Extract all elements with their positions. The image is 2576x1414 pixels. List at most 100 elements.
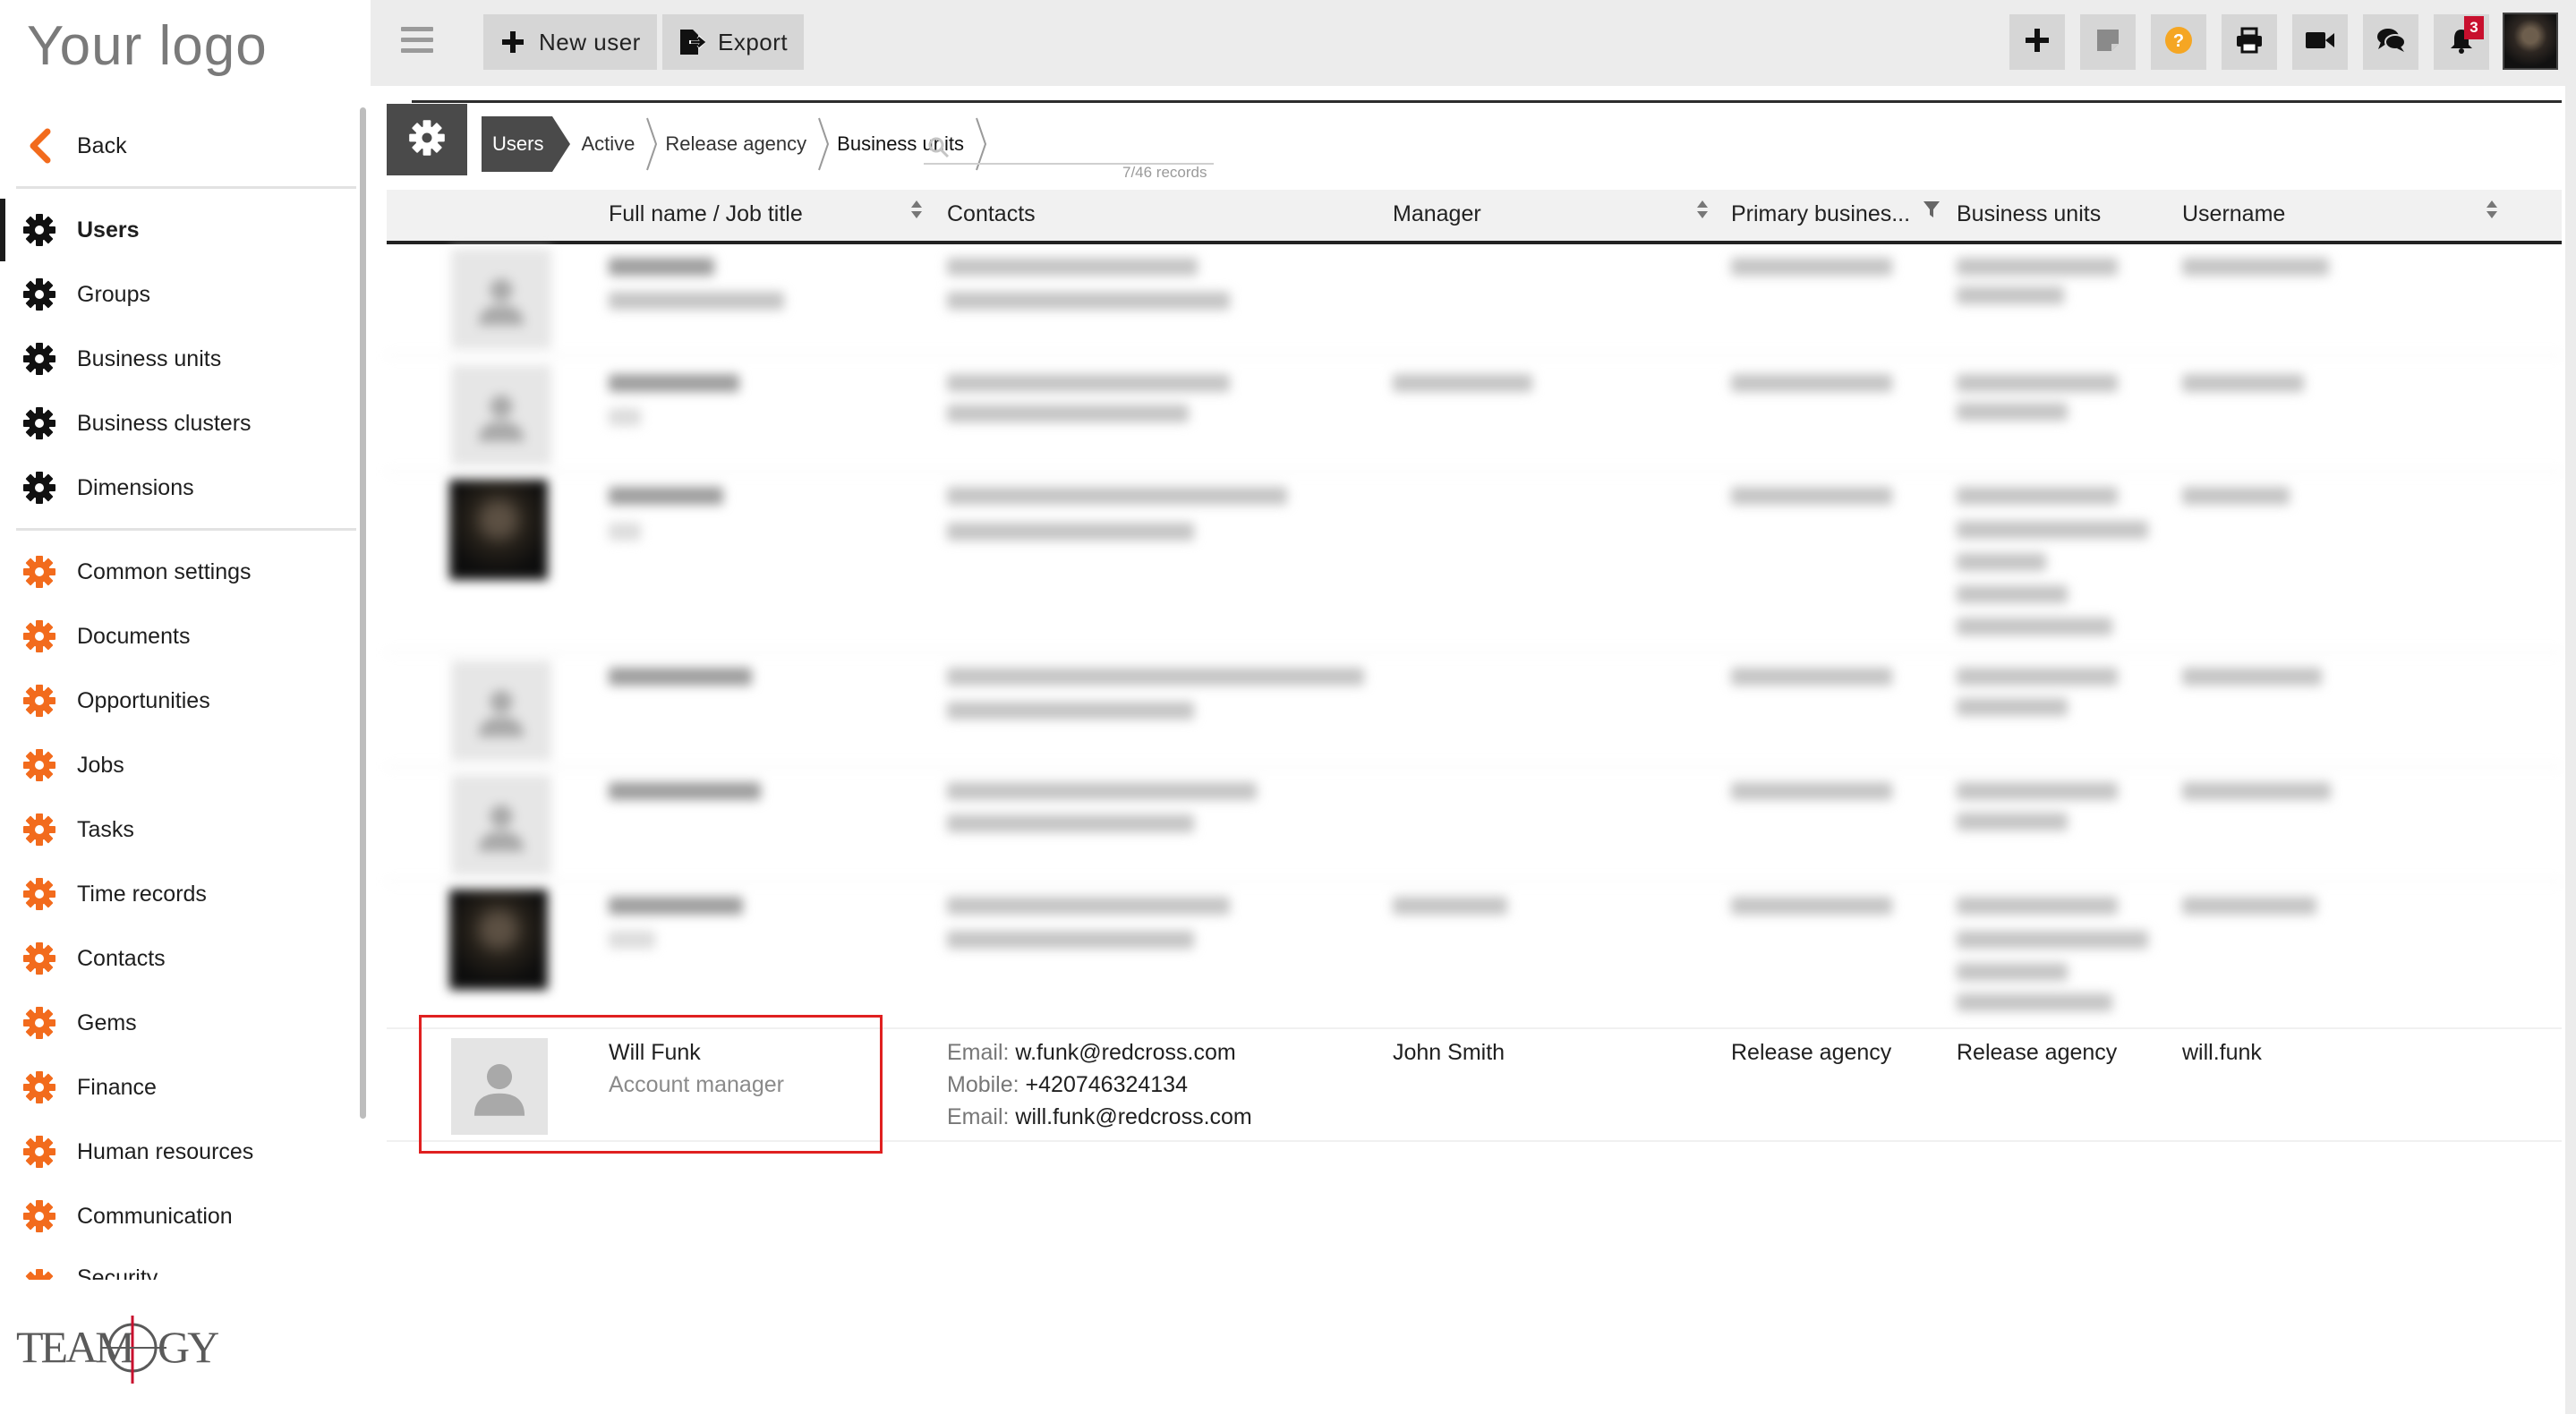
panel-divider [412, 100, 2562, 103]
new-user-button[interactable]: New user [483, 14, 657, 70]
sidebar-item-label: Security [77, 1265, 158, 1280]
search-icon [927, 136, 951, 164]
menu-toggle-button[interactable] [401, 27, 433, 54]
user-primary-business-unit: Release agency [1731, 1040, 1892, 1065]
breadcrumb-item-users[interactable]: Users [482, 116, 572, 172]
sidebar-item-label: Opportunities [77, 687, 210, 713]
gear-icon [20, 552, 59, 592]
breadcrumb-item-release-agency[interactable]: Release agency [654, 116, 830, 172]
gear-icon [20, 1068, 59, 1107]
gear-icon [20, 745, 59, 785]
contact-key: Email: [947, 1104, 1010, 1129]
column-header-contacts[interactable]: Contacts [947, 201, 1036, 227]
filter-icon[interactable] [1923, 200, 1941, 218]
notification-badge: 3 [2464, 16, 2484, 39]
sidebar-item-label: Dimensions [77, 474, 194, 500]
gear-icon [20, 939, 59, 978]
sidebar-item-finance[interactable]: Finance [0, 1056, 358, 1119]
help-button[interactable]: ? [2151, 14, 2206, 70]
user-username: will.funk [2182, 1040, 2262, 1065]
note-button[interactable] [2080, 14, 2136, 70]
records-count: 7/46 records [1122, 164, 1207, 181]
gear-icon [20, 404, 59, 443]
column-header-primary-business-unit[interactable]: Primary busines... [1731, 201, 1910, 227]
column-header-business-units[interactable]: Business units [1957, 201, 2101, 227]
sidebar-item-business-units[interactable]: Business units [0, 328, 358, 390]
sidebar-item-business-clusters[interactable]: Business clusters [0, 392, 358, 455]
sidebar-item-contacts[interactable]: Contacts [0, 927, 358, 990]
sidebar-item-documents[interactable]: Documents [0, 605, 358, 668]
sidebar-item-gems[interactable]: Gems [0, 992, 358, 1054]
sidebar-item-common-settings[interactable]: Common settings [0, 541, 358, 603]
sidebar-item-tasks[interactable]: Tasks [0, 798, 358, 861]
search-input[interactable] [924, 132, 1214, 165]
sidebar-item-label: Time records [77, 881, 207, 907]
sidebar-item-groups[interactable]: Groups [0, 263, 358, 326]
breadcrumb-label: Users [492, 132, 544, 155]
sidebar-item-jobs[interactable]: Jobs [0, 734, 358, 796]
gear-icon [20, 468, 59, 507]
sidebar-item-communication[interactable]: Communication [0, 1185, 358, 1248]
sidebar-item-label: Jobs [77, 752, 124, 778]
gear-icon [20, 210, 59, 250]
breadcrumb: Users Active Release agency Business uni… [482, 116, 987, 172]
user-business-units: Release agency [1957, 1040, 2118, 1065]
chat-button[interactable] [2363, 14, 2418, 70]
export-button[interactable]: Export [662, 14, 805, 70]
gear-icon [20, 1265, 59, 1280]
sidebar-item-label: Tasks [77, 816, 134, 842]
print-button[interactable] [2222, 14, 2277, 70]
chevron-left-icon [20, 126, 59, 166]
column-header-manager[interactable]: Manager [1393, 201, 1481, 227]
video-call-button[interactable] [2292, 14, 2348, 70]
sidebar: Your logo Back Users Groups Business uni… [0, 0, 371, 1414]
contact-value: +420746324134 [1025, 1072, 1188, 1097]
sort-icon[interactable] [909, 199, 924, 220]
gear-icon [20, 681, 59, 720]
column-header-full-name[interactable]: Full name / Job title [609, 201, 803, 227]
new-user-label: New user [539, 28, 641, 55]
video-camera-icon [2305, 30, 2335, 55]
sidebar-item-users[interactable]: Users [0, 199, 358, 261]
sidebar-scrollbar[interactable] [360, 107, 366, 1119]
breadcrumb-item-active[interactable]: Active [570, 116, 658, 172]
table-row-avatar [451, 660, 551, 761]
sidebar-item-security[interactable]: Security [0, 1249, 358, 1280]
main-panel [371, 86, 2565, 1414]
sidebar-item-opportunities[interactable]: Opportunities [0, 669, 358, 732]
sidebar-item-label: Gems [77, 1009, 137, 1035]
column-header-username[interactable]: Username [2182, 201, 2285, 227]
table-row-avatar [451, 365, 551, 465]
contact-email[interactable]: Email: w.funk@redcross.com [947, 1040, 1236, 1066]
app-logo: Your logo [27, 15, 268, 77]
sidebar-item-label: Finance [77, 1074, 157, 1100]
sidebar-item-time-records[interactable]: Time records [0, 863, 358, 925]
table-row-avatar [449, 890, 548, 990]
user-manager: John Smith [1393, 1040, 1506, 1065]
add-button[interactable] [2009, 14, 2065, 70]
notifications-button[interactable]: 3 [2434, 14, 2489, 70]
sidebar-item-label: Groups [77, 281, 150, 307]
sort-icon[interactable] [2485, 199, 2499, 220]
sidebar-item-human-resources[interactable]: Human resources [0, 1120, 358, 1183]
sort-icon[interactable] [1695, 199, 1710, 220]
help-icon: ? [2164, 26, 2193, 59]
export-label: Export [718, 28, 789, 55]
gear-icon [20, 874, 59, 914]
teamogy-logo: TEAM GY [16, 1316, 221, 1384]
sidebar-divider [16, 528, 356, 531]
contact-key: Mobile: [947, 1072, 1019, 1097]
user-avatar[interactable] [2503, 13, 2558, 70]
list-settings-button[interactable] [387, 104, 467, 175]
back-button[interactable]: Back [0, 115, 358, 177]
contact-mobile[interactable]: Mobile: +420746324134 [947, 1072, 1188, 1098]
sidebar-item-label: Business clusters [77, 410, 252, 436]
contact-email-secondary[interactable]: Email: will.funk@redcross.com [947, 1104, 1252, 1130]
gear-icon [20, 339, 59, 379]
breadcrumb-label: Active [581, 132, 635, 155]
sidebar-item-dimensions[interactable]: Dimensions [0, 456, 358, 519]
gear-icon [20, 1132, 59, 1171]
svg-text:GY: GY [158, 1322, 218, 1372]
gear-icon [20, 275, 59, 314]
sidebar-divider [16, 186, 356, 189]
